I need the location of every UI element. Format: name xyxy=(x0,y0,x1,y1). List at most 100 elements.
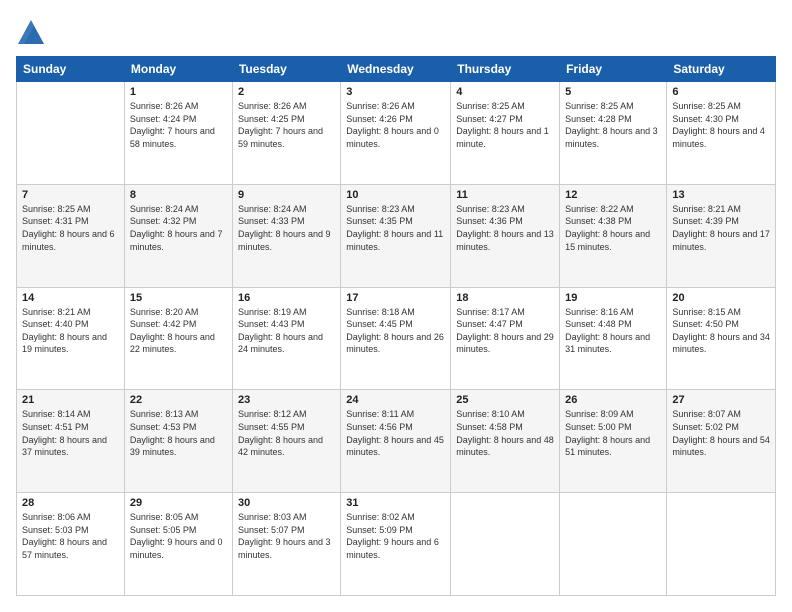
calendar-cell-2-6: 20Sunrise: 8:15 AMSunset: 4:50 PMDayligh… xyxy=(667,287,776,390)
day-info: Sunrise: 8:16 AMSunset: 4:48 PMDaylight:… xyxy=(565,306,661,356)
weekday-header-friday: Friday xyxy=(560,57,667,82)
day-number: 23 xyxy=(238,394,335,406)
calendar-cell-1-1: 8 Sunrise: 8:24 AMSunset: 4:32 PMDaylight… xyxy=(124,184,232,287)
day-info: Sunrise: 8:17 AMSunset: 4:47 PMDaylight:… xyxy=(456,306,554,356)
calendar-cell-2-1: 15 Sunrise: 8:20 AMSunset: 4:42 PMDayligh… xyxy=(124,287,232,390)
day-number: 26 xyxy=(565,394,661,406)
day-number: 8 xyxy=(130,189,227,201)
day-number: 28 xyxy=(22,497,119,509)
day-info: Sunrise: 8:23 AMSunset: 4:36 PMDaylight:… xyxy=(456,203,554,253)
day-info: Sunrise: 8:11 AMSunset: 4:56 PMDaylight:… xyxy=(346,408,445,458)
day-number: 29 xyxy=(130,497,227,509)
day-number: 5 xyxy=(565,86,661,98)
calendar-cell-3-6: 27 Sunrise: 8:07 AMSunset: 5:02 PMDayligh… xyxy=(667,390,776,493)
weekday-header-monday: Monday xyxy=(124,57,232,82)
calendar-cell-0-6: 6 Sunrise: 8:25 AMSunset: 4:30 PMDaylight… xyxy=(667,82,776,185)
weekday-header-sunday: Sunday xyxy=(17,57,125,82)
header xyxy=(16,16,776,46)
day-info: Sunrise: 8:22 AMSunset: 4:38 PMDaylight:… xyxy=(565,203,661,253)
calendar-week-4: 28 Sunrise: 8:06 AMSunset: 5:03 PMDayligh… xyxy=(17,493,776,596)
calendar-cell-2-4: 18 Sunrise: 8:17 AMSunset: 4:47 PMDayligh… xyxy=(451,287,560,390)
calendar-week-3: 21 Sunrise: 8:14 AMSunset: 4:51 PMDayligh… xyxy=(17,390,776,493)
calendar-cell-4-1: 29 Sunrise: 8:05 AMSunset: 5:05 PMDayligh… xyxy=(124,493,232,596)
calendar-cell-4-3: 31 Sunrise: 8:02 AMSunset: 5:09 PMDayligh… xyxy=(341,493,451,596)
day-number: 18 xyxy=(456,292,554,304)
day-info: Sunrise: 8:18 AMSunset: 4:45 PMDaylight:… xyxy=(346,306,445,356)
day-number: 17 xyxy=(346,292,445,304)
calendar-header: SundayMondayTuesdayWednesdayThursdayFrid… xyxy=(17,57,776,82)
calendar-cell-0-1: 1 Sunrise: 8:26 AMSunset: 4:24 PMDaylight… xyxy=(124,82,232,185)
day-number: 22 xyxy=(130,394,227,406)
calendar-body: 1 Sunrise: 8:26 AMSunset: 4:24 PMDaylight… xyxy=(17,82,776,596)
day-number: 10 xyxy=(346,189,445,201)
calendar-cell-0-5: 5 Sunrise: 8:25 AMSunset: 4:28 PMDaylight… xyxy=(560,82,667,185)
weekday-header-wednesday: Wednesday xyxy=(341,57,451,82)
calendar-cell-1-0: 7Sunrise: 8:25 AMSunset: 4:31 PMDaylight… xyxy=(17,184,125,287)
day-info: Sunrise: 8:26 AMSunset: 4:24 PMDaylight:… xyxy=(130,100,227,150)
calendar-cell-3-5: 26Sunrise: 8:09 AMSunset: 5:00 PMDayligh… xyxy=(560,390,667,493)
day-number: 31 xyxy=(346,497,445,509)
day-info: Sunrise: 8:19 AMSunset: 4:43 PMDaylight:… xyxy=(238,306,335,356)
day-info: Sunrise: 8:26 AMSunset: 4:26 PMDaylight:… xyxy=(346,100,445,150)
calendar-cell-1-5: 12 Sunrise: 8:22 AMSunset: 4:38 PMDayligh… xyxy=(560,184,667,287)
weekday-header-tuesday: Tuesday xyxy=(232,57,340,82)
calendar-cell-1-3: 10Sunrise: 8:23 AMSunset: 4:35 PMDayligh… xyxy=(341,184,451,287)
day-number: 19 xyxy=(565,292,661,304)
calendar-cell-1-2: 9 Sunrise: 8:24 AMSunset: 4:33 PMDaylight… xyxy=(232,184,340,287)
calendar-cell-0-3: 3 Sunrise: 8:26 AMSunset: 4:26 PMDaylight… xyxy=(341,82,451,185)
day-info: Sunrise: 8:12 AMSunset: 4:55 PMDaylight:… xyxy=(238,408,335,458)
page: SundayMondayTuesdayWednesdayThursdayFrid… xyxy=(0,0,792,612)
calendar-week-1: 7Sunrise: 8:25 AMSunset: 4:31 PMDaylight… xyxy=(17,184,776,287)
day-info: Sunrise: 8:03 AMSunset: 5:07 PMDaylight:… xyxy=(238,511,335,561)
day-info: Sunrise: 8:25 AMSunset: 4:28 PMDaylight:… xyxy=(565,100,661,150)
day-number: 13 xyxy=(672,189,770,201)
day-number: 30 xyxy=(238,497,335,509)
day-info: Sunrise: 8:25 AMSunset: 4:30 PMDaylight:… xyxy=(672,100,770,150)
day-number: 27 xyxy=(672,394,770,406)
weekday-header-thursday: Thursday xyxy=(451,57,560,82)
calendar-cell-4-2: 30 Sunrise: 8:03 AMSunset: 5:07 PMDayligh… xyxy=(232,493,340,596)
day-info: Sunrise: 8:21 AMSunset: 4:40 PMDaylight:… xyxy=(22,306,119,356)
calendar-cell-1-6: 13 Sunrise: 8:21 AMSunset: 4:39 PMDayligh… xyxy=(667,184,776,287)
day-number: 4 xyxy=(456,86,554,98)
day-info: Sunrise: 8:06 AMSunset: 5:03 PMDaylight:… xyxy=(22,511,119,561)
day-info: Sunrise: 8:24 AMSunset: 4:32 PMDaylight:… xyxy=(130,203,227,253)
weekday-header-saturday: Saturday xyxy=(667,57,776,82)
day-number: 24 xyxy=(346,394,445,406)
day-info: Sunrise: 8:21 AMSunset: 4:39 PMDaylight:… xyxy=(672,203,770,253)
calendar-cell-0-4: 4Sunrise: 8:25 AMSunset: 4:27 PMDaylight… xyxy=(451,82,560,185)
day-info: Sunrise: 8:13 AMSunset: 4:53 PMDaylight:… xyxy=(130,408,227,458)
calendar-cell-3-3: 24 Sunrise: 8:11 AMSunset: 4:56 PMDayligh… xyxy=(341,390,451,493)
calendar-cell-2-0: 14 Sunrise: 8:21 AMSunset: 4:40 PMDayligh… xyxy=(17,287,125,390)
logo xyxy=(16,16,50,46)
calendar-cell-3-4: 25Sunrise: 8:10 AMSunset: 4:58 PMDayligh… xyxy=(451,390,560,493)
calendar-cell-0-2: 2 Sunrise: 8:26 AMSunset: 4:25 PMDaylight… xyxy=(232,82,340,185)
day-number: 16 xyxy=(238,292,335,304)
calendar-week-2: 14 Sunrise: 8:21 AMSunset: 4:40 PMDayligh… xyxy=(17,287,776,390)
calendar-cell-0-0 xyxy=(17,82,125,185)
day-info: Sunrise: 8:24 AMSunset: 4:33 PMDaylight:… xyxy=(238,203,335,253)
day-number: 3 xyxy=(346,86,445,98)
calendar-cell-1-4: 11Sunrise: 8:23 AMSunset: 4:36 PMDayligh… xyxy=(451,184,560,287)
day-number: 20 xyxy=(672,292,770,304)
day-info: Sunrise: 8:20 AMSunset: 4:42 PMDaylight:… xyxy=(130,306,227,356)
day-info: Sunrise: 8:02 AMSunset: 5:09 PMDaylight:… xyxy=(346,511,445,561)
calendar-cell-4-4 xyxy=(451,493,560,596)
day-info: Sunrise: 8:05 AMSunset: 5:05 PMDaylight:… xyxy=(130,511,227,561)
day-number: 6 xyxy=(672,86,770,98)
calendar-cell-2-2: 16 Sunrise: 8:19 AMSunset: 4:43 PMDayligh… xyxy=(232,287,340,390)
day-number: 1 xyxy=(130,86,227,98)
day-number: 9 xyxy=(238,189,335,201)
calendar-cell-3-0: 21 Sunrise: 8:14 AMSunset: 4:51 PMDayligh… xyxy=(17,390,125,493)
day-number: 21 xyxy=(22,394,119,406)
calendar-week-0: 1 Sunrise: 8:26 AMSunset: 4:24 PMDaylight… xyxy=(17,82,776,185)
day-number: 14 xyxy=(22,292,119,304)
calendar-cell-2-5: 19 Sunrise: 8:16 AMSunset: 4:48 PMDayligh… xyxy=(560,287,667,390)
day-number: 2 xyxy=(238,86,335,98)
calendar-cell-4-0: 28 Sunrise: 8:06 AMSunset: 5:03 PMDayligh… xyxy=(17,493,125,596)
day-info: Sunrise: 8:26 AMSunset: 4:25 PMDaylight:… xyxy=(238,100,335,150)
day-number: 15 xyxy=(130,292,227,304)
day-number: 12 xyxy=(565,189,661,201)
day-info: Sunrise: 8:07 AMSunset: 5:02 PMDaylight:… xyxy=(672,408,770,458)
day-info: Sunrise: 8:14 AMSunset: 4:51 PMDaylight:… xyxy=(22,408,119,458)
